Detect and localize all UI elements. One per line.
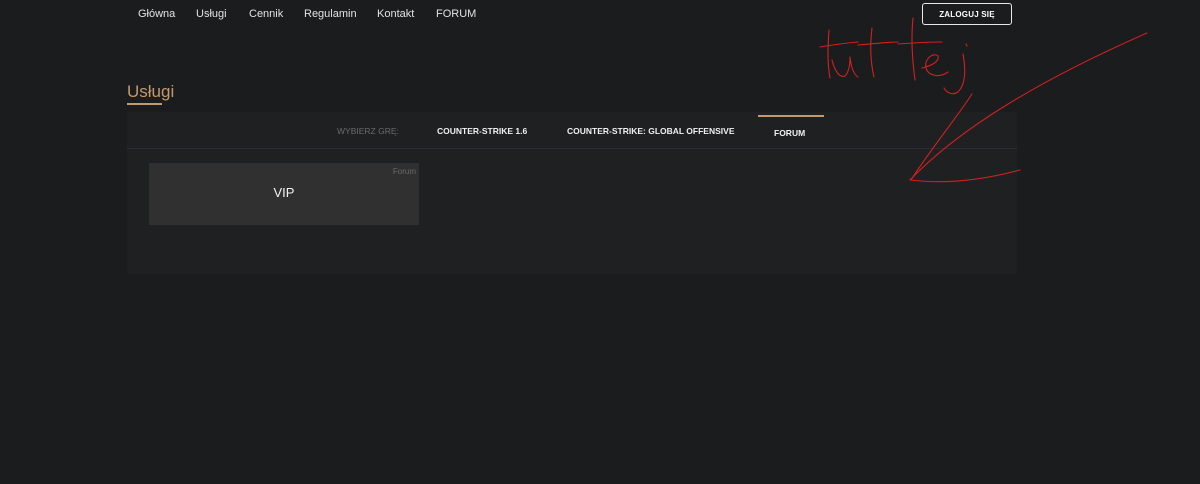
services-panel: WYBIERZ GRĘ: COUNTER-STRIKE 1.6 COUNTER-… bbox=[127, 112, 1017, 274]
nav-link-glowna[interactable]: Główna bbox=[138, 8, 175, 20]
tab-forum[interactable]: FORUM bbox=[774, 128, 805, 138]
active-tab-indicator bbox=[758, 115, 824, 117]
nav-link-regulamin[interactable]: Regulamin bbox=[304, 8, 357, 20]
panel-divider bbox=[127, 148, 1017, 149]
card-category-tag: Forum bbox=[392, 167, 416, 176]
nav-link-forum[interactable]: FORUM bbox=[436, 8, 476, 20]
nav-link-kontakt[interactable]: Kontakt bbox=[377, 8, 414, 20]
tab-counter-strike-16[interactable]: COUNTER-STRIKE 1.6 bbox=[437, 126, 527, 136]
service-card-vip[interactable]: Forum VIP bbox=[149, 163, 419, 225]
top-navigation: Główna Usługi Cennik Regulamin Kontakt F… bbox=[0, 0, 1200, 28]
nav-link-uslugi[interactable]: Usługi bbox=[196, 8, 227, 20]
login-button[interactable]: ZALOGUJ SIĘ bbox=[922, 3, 1012, 25]
page-title: Usługi bbox=[127, 82, 175, 101]
title-underline bbox=[127, 103, 162, 105]
nav-link-cennik[interactable]: Cennik bbox=[249, 8, 283, 20]
card-title: VIP bbox=[273, 185, 295, 200]
tab-counter-strike-go[interactable]: COUNTER-STRIKE: GLOBAL OFFENSIVE bbox=[567, 126, 735, 136]
game-select-label: WYBIERZ GRĘ: bbox=[337, 126, 399, 136]
